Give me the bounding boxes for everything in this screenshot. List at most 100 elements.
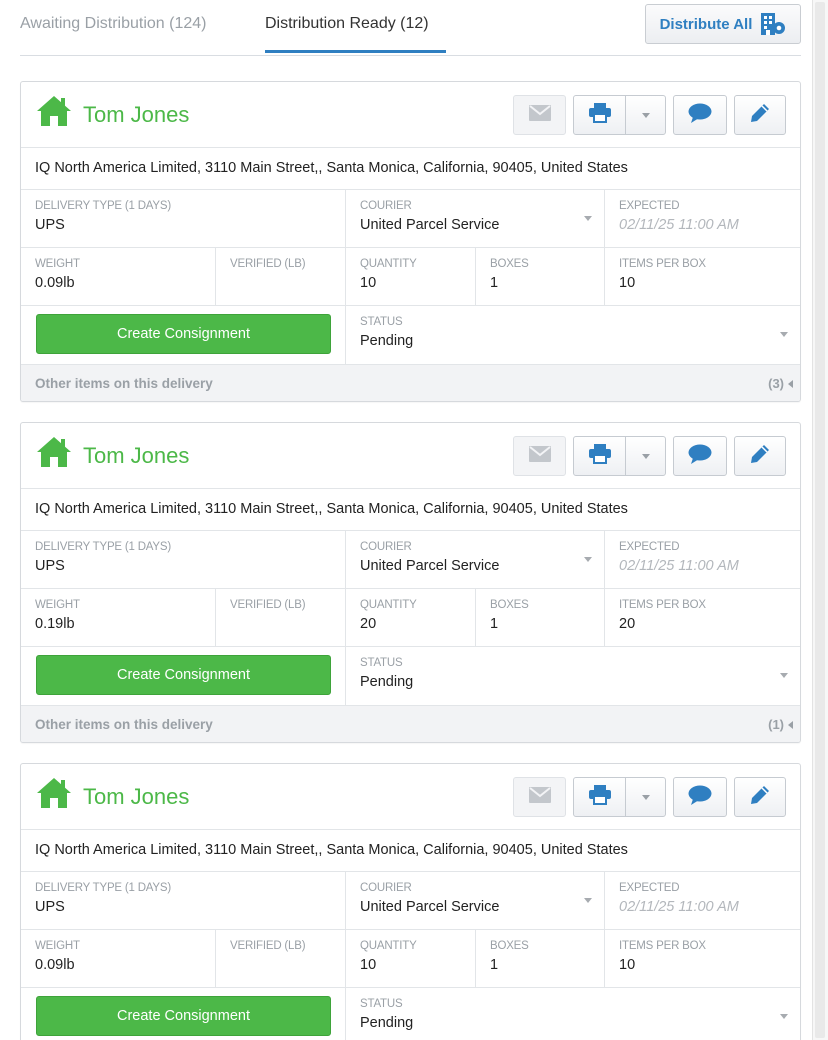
items-per-box-label: ITEMS PER BOX — [619, 599, 706, 611]
items-per-box-value: 20 — [619, 616, 636, 632]
courier-select[interactable]: COURIER United Parcel Service — [346, 189, 605, 247]
scrollbar-thumb[interactable] — [815, 2, 825, 1038]
status-value: Pending — [360, 333, 414, 349]
create-consignment-button[interactable]: Create Consignment — [36, 655, 331, 695]
tab-awaiting-distribution[interactable]: Awaiting Distribution (124) — [20, 15, 206, 33]
envelope-icon — [528, 104, 551, 126]
expected-field[interactable]: EXPECTED 02/11/25 11:00 AM — [605, 871, 800, 929]
boxes-cell: BOXES 1 — [476, 588, 605, 646]
weight-label: WEIGHT — [35, 599, 80, 611]
quantity-label: QUANTITY — [360, 599, 417, 611]
delivery-type-cell: DELIVERY TYPE (1 DAYS) UPS — [21, 871, 346, 929]
status-label: STATUS — [360, 657, 403, 669]
delivery-address: IQ North America Limited, 3110 Main Stre… — [21, 488, 800, 530]
create-consignment-button[interactable]: Create Consignment — [36, 996, 331, 1036]
delivery-type-value: UPS — [35, 899, 65, 915]
other-items-toggle[interactable]: Other items on this delivery (1) — [21, 705, 800, 742]
caret-down-icon — [780, 332, 788, 337]
comment-button[interactable] — [673, 95, 727, 135]
delivery-type-value: UPS — [35, 217, 65, 233]
other-items-label: Other items on this delivery — [35, 717, 213, 732]
expected-value: 02/11/25 11:00 AM — [619, 217, 739, 233]
quantity-value: 10 — [360, 957, 377, 973]
edit-button[interactable] — [734, 436, 786, 476]
email-button[interactable] — [513, 777, 566, 817]
caret-down-icon — [641, 106, 651, 124]
boxes-label: BOXES — [490, 599, 529, 611]
print-button[interactable] — [573, 436, 626, 476]
comment-button[interactable] — [673, 436, 727, 476]
weight-label: WEIGHT — [35, 940, 80, 952]
expected-field[interactable]: EXPECTED 02/11/25 11:00 AM — [605, 530, 800, 588]
email-button[interactable] — [513, 436, 566, 476]
tab-distribution-ready[interactable]: Distribution Ready (12) — [265, 15, 429, 33]
status-select[interactable]: STATUS Pending — [346, 987, 800, 1040]
print-button[interactable] — [573, 777, 626, 817]
caret-down-icon — [780, 1014, 788, 1019]
courier-value: United Parcel Service — [360, 899, 500, 915]
delivery-type-cell: DELIVERY TYPE (1 DAYS) UPS — [21, 530, 346, 588]
boxes-label: BOXES — [490, 258, 529, 270]
verified-field[interactable]: VERIFIED (LB) — [216, 247, 346, 305]
building-icon — [760, 12, 786, 36]
speech-bubble-icon — [688, 103, 712, 128]
status-select[interactable]: STATUS Pending — [346, 305, 800, 364]
items-per-box-value: 10 — [619, 275, 636, 291]
expected-label: EXPECTED — [619, 882, 680, 894]
boxes-label: BOXES — [490, 940, 529, 952]
expected-value: 02/11/25 11:00 AM — [619, 558, 739, 574]
status-select[interactable]: STATUS Pending — [346, 646, 800, 705]
print-options-dropdown[interactable] — [625, 777, 666, 817]
speech-bubble-icon — [688, 785, 712, 810]
weight-cell: WEIGHT 0.19lb — [21, 588, 216, 646]
caret-down-icon — [641, 447, 651, 465]
comment-button[interactable] — [673, 777, 727, 817]
edit-button[interactable] — [734, 777, 786, 817]
print-options-dropdown[interactable] — [625, 95, 666, 135]
items-per-box-cell: ITEMS PER BOX 20 — [605, 588, 800, 646]
caret-left-icon — [788, 721, 793, 729]
delivery-address: IQ North America Limited, 3110 Main Stre… — [21, 829, 800, 871]
print-options-dropdown[interactable] — [625, 436, 666, 476]
boxes-cell: BOXES 1 — [476, 929, 605, 987]
other-items-count: (1) — [768, 717, 784, 732]
courier-select[interactable]: COURIER United Parcel Service — [346, 530, 605, 588]
verified-label: VERIFIED (LB) — [230, 599, 306, 611]
weight-value: 0.19lb — [35, 616, 75, 632]
create-consignment-button[interactable]: Create Consignment — [36, 314, 331, 354]
courier-label: COURIER — [360, 200, 412, 212]
items-per-box-label: ITEMS PER BOX — [619, 258, 706, 270]
edit-button[interactable] — [734, 95, 786, 135]
recipient-name: Tom Jones — [83, 102, 190, 127]
email-button[interactable] — [513, 95, 566, 135]
boxes-cell: BOXES 1 — [476, 247, 605, 305]
weight-cell: WEIGHT 0.09lb — [21, 247, 216, 305]
recipient-name: Tom Jones — [83, 784, 190, 809]
expected-value: 02/11/25 11:00 AM — [619, 899, 739, 915]
status-label: STATUS — [360, 998, 403, 1010]
print-button[interactable] — [573, 95, 626, 135]
status-value: Pending — [360, 674, 414, 690]
delivery-card: Tom Jones IQ North America Limited, 3110… — [20, 422, 801, 743]
pencil-icon — [750, 444, 770, 469]
caret-down-icon — [584, 557, 592, 562]
delivery-type-label: DELIVERY TYPE (1 DAYS) — [35, 541, 171, 553]
quantity-label: QUANTITY — [360, 940, 417, 952]
expected-field[interactable]: EXPECTED 02/11/25 11:00 AM — [605, 189, 800, 247]
other-items-toggle[interactable]: Other items on this delivery (3) — [21, 364, 800, 401]
courier-label: COURIER — [360, 882, 412, 894]
quantity-label: QUANTITY — [360, 258, 417, 270]
weight-value: 0.09lb — [35, 957, 75, 973]
printer-icon — [588, 784, 611, 810]
delivery-card: Tom Jones IQ North America Limited, 3110… — [20, 763, 801, 1040]
verified-field[interactable]: VERIFIED (LB) — [216, 929, 346, 987]
quantity-value: 10 — [360, 275, 377, 291]
verified-field[interactable]: VERIFIED (LB) — [216, 588, 346, 646]
boxes-value: 1 — [490, 616, 499, 632]
caret-down-icon — [584, 898, 592, 903]
weight-cell: WEIGHT 0.09lb — [21, 929, 216, 987]
speech-bubble-icon — [688, 444, 712, 469]
courier-select[interactable]: COURIER United Parcel Service — [346, 871, 605, 929]
delivery-type-cell: DELIVERY TYPE (1 DAYS) UPS — [21, 189, 346, 247]
distribute-all-button[interactable]: Distribute All — [645, 4, 801, 44]
